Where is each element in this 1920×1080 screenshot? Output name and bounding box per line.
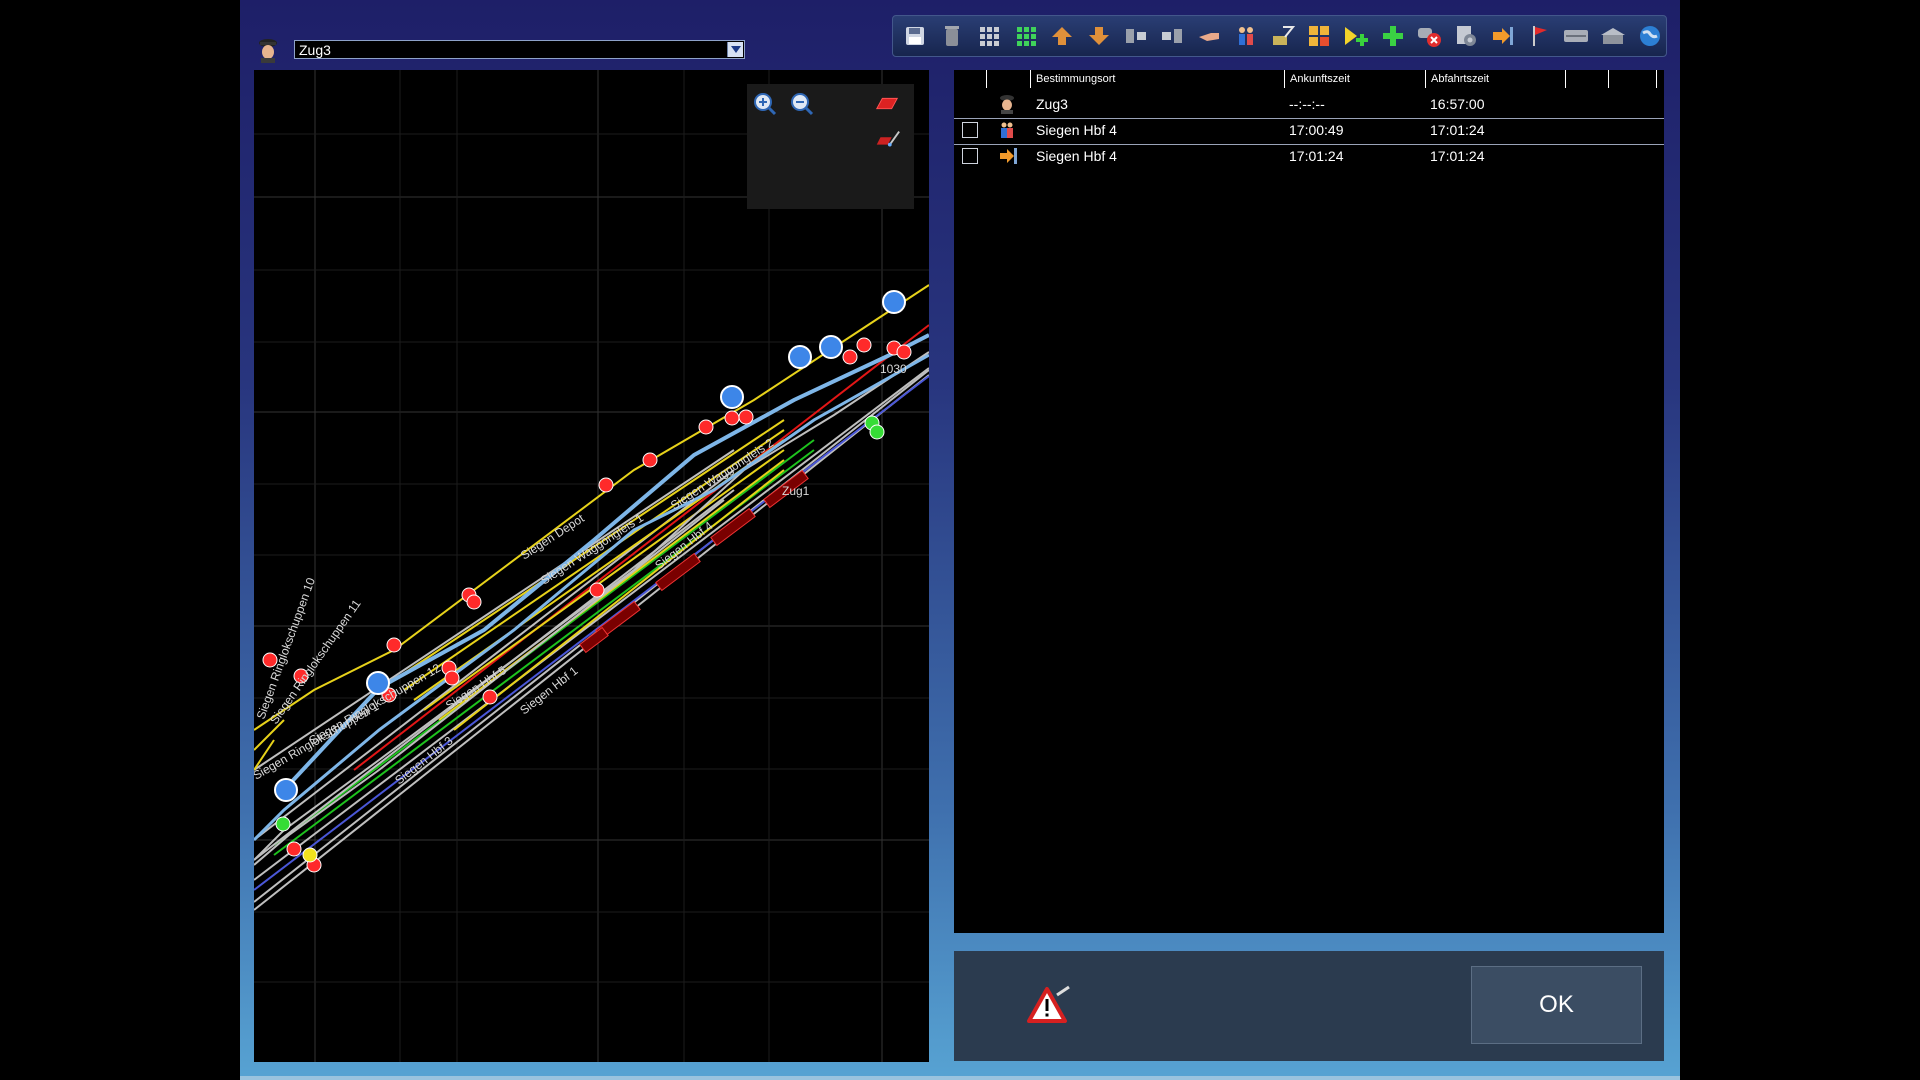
column-departure[interactable]: Abfahrtszeit (1425, 70, 1565, 88)
arrow-up-icon[interactable] (1046, 20, 1079, 53)
add-waypoint-icon[interactable] (1340, 20, 1373, 53)
row-arrival: --:--:-- (1289, 96, 1325, 112)
ok-button[interactable]: OK (1471, 966, 1642, 1044)
zoom-in-icon[interactable] (751, 90, 779, 118)
timetable-header: Bestimmungsort Ankunftszeit Abfahrtszeit (954, 70, 1664, 88)
row-arrival: 17:01:24 (1289, 148, 1344, 164)
eraser-icon[interactable] (873, 90, 901, 118)
merge-left-icon[interactable] (1119, 20, 1152, 53)
row-departure: 17:01:24 (1430, 122, 1485, 138)
column-arrival[interactable]: Ankunftszeit (1284, 70, 1424, 88)
timetable-row[interactable]: Siegen Hbf 4 17:01:24 17:01:24 (954, 144, 1664, 169)
row-destination: Siegen Hbf 4 (1036, 148, 1117, 164)
map-label-zug1: Zug1 (782, 484, 810, 498)
conductor-icon (259, 39, 277, 63)
warning-icon[interactable] (1027, 985, 1071, 1027)
pointer-hand-icon[interactable] (1193, 20, 1226, 53)
remove-route-icon[interactable] (1413, 20, 1446, 53)
map-controls (747, 84, 914, 209)
passengers-icon[interactable] (1229, 20, 1262, 53)
globe-icon[interactable] (1633, 20, 1666, 53)
column-destination[interactable]: Bestimmungsort (1030, 70, 1288, 88)
settings-icon[interactable] (1450, 20, 1483, 53)
save-icon[interactable] (899, 20, 932, 53)
timetable-row[interactable]: Siegen Hbf 4 17:00:49 17:01:24 (954, 118, 1664, 143)
row-departure: 17:01:24 (1430, 148, 1485, 164)
bottom-edge (240, 1076, 1680, 1080)
exit-arrow-icon (998, 147, 1018, 168)
row-checkbox[interactable] (962, 148, 978, 164)
merge-right-icon[interactable] (1156, 20, 1189, 53)
train-select-value: Zug3 (299, 42, 331, 58)
row-checkbox[interactable] (962, 122, 978, 138)
grid-green-icon[interactable] (1009, 20, 1042, 53)
grid-gray-icon[interactable] (972, 20, 1005, 53)
row-departure: 16:57:00 (1430, 96, 1485, 112)
cargo-load-icon[interactable] (1266, 20, 1299, 53)
track-map[interactable]: Siegen Ringlokschuppen 10 Siegen Ringlok… (254, 70, 929, 1062)
timetable-row[interactable]: Zug3 --:--:-- 16:57:00 (954, 92, 1664, 117)
timetable-panel: Bestimmungsort Ankunftszeit Abfahrtszeit… (954, 70, 1664, 933)
row-destination: Siegen Hbf 4 (1036, 122, 1117, 138)
chevron-down-icon[interactable] (727, 42, 743, 57)
zoom-out-icon[interactable] (788, 90, 816, 118)
exit-icon[interactable] (1487, 20, 1520, 53)
arrow-down-icon[interactable] (1083, 20, 1116, 53)
edit-track-icon[interactable] (873, 126, 901, 154)
add-plus-icon[interactable] (1376, 20, 1409, 53)
map-label-block: 1030 (880, 362, 907, 376)
conductor-icon (998, 94, 1016, 117)
row-destination: Zug3 (1036, 96, 1068, 112)
switch-grid-icon[interactable] (1303, 20, 1336, 53)
train-select[interactable]: Zug3 (294, 40, 745, 59)
platform-icon[interactable] (1560, 20, 1593, 53)
flag-icon[interactable] (1523, 20, 1556, 53)
toolbar (892, 15, 1667, 57)
station-icon[interactable] (1597, 20, 1630, 53)
trash-icon[interactable] (936, 20, 969, 53)
passengers-icon (998, 121, 1016, 142)
row-arrival: 17:00:49 (1289, 122, 1344, 138)
